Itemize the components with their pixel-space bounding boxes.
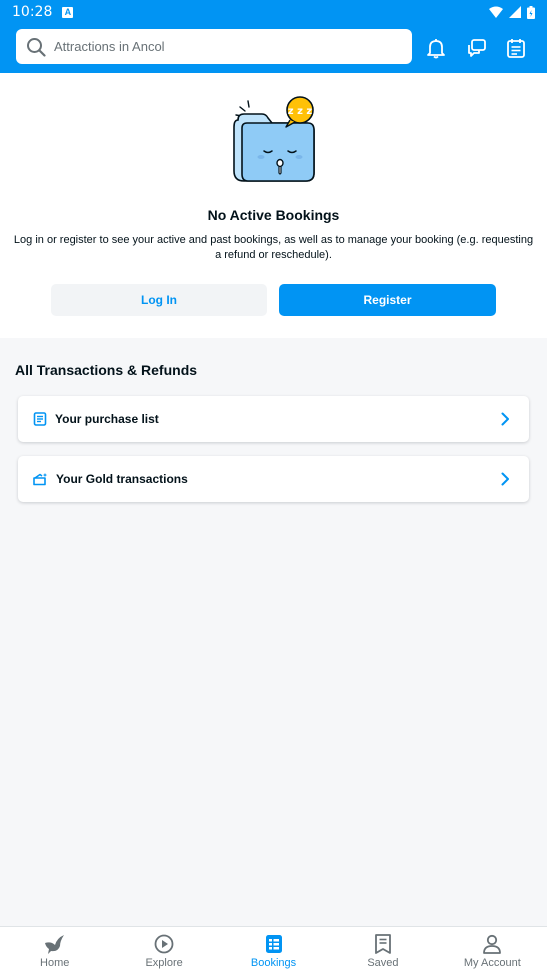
gold-wallet-icon <box>33 473 48 486</box>
app-bar: Attractions in Ancol <box>0 24 547 73</box>
empty-state-title: No Active Bookings <box>207 207 340 223</box>
empty-state-description: Log in or register to see your active an… <box>13 234 534 261</box>
register-button[interactable]: Register <box>279 284 496 316</box>
battery-icon <box>527 5 535 19</box>
search-icon <box>27 37 46 57</box>
bookings-icon <box>265 935 282 953</box>
search-placeholder: Attractions in Ancol <box>54 39 165 54</box>
gold-transactions-item[interactable]: Your Gold transactions <box>18 456 529 502</box>
nav-item-explore[interactable]: Explore <box>109 927 218 974</box>
purchase-list-item[interactable]: Your purchase list <box>18 396 529 442</box>
nav-label-bookings: Bookings <box>250 957 297 969</box>
chat-icon[interactable] <box>464 36 488 60</box>
login-button[interactable]: Log In <box>51 284 267 316</box>
zzz-text: z z z <box>288 106 313 117</box>
purchase-list-label: Your purchase list <box>55 412 159 426</box>
sleeping-folder-illustration: z z z <box>233 96 315 182</box>
person-icon <box>483 934 502 954</box>
transactions-section-title: All Transactions & Refunds <box>15 362 198 378</box>
nav-item-home[interactable]: Home <box>0 927 109 974</box>
signal-icon <box>509 6 521 18</box>
empty-bookings-card: z z z No Active Bookings Log in or regis… <box>0 73 547 338</box>
bird-icon <box>44 935 64 954</box>
notification-bell-icon[interactable] <box>424 36 448 60</box>
nav-label-explore: Explore <box>145 957 183 969</box>
search-bar[interactable]: Attractions in Ancol <box>16 29 412 64</box>
nav-item-my-account[interactable]: My Account <box>438 927 547 974</box>
status-icons <box>489 5 535 19</box>
receipt-icon <box>33 412 47 426</box>
chevron-right-icon <box>501 412 509 426</box>
bookmark-list-icon <box>375 934 391 954</box>
status-time: 10:28 <box>12 4 53 20</box>
calendar-list-icon[interactable] <box>504 36 528 60</box>
nav-label-saved: Saved <box>367 957 399 969</box>
bottom-navigation: Home Explore Bookings Saved My Account <box>0 926 547 974</box>
status-bar: 10:28 A <box>0 0 547 24</box>
nav-item-bookings[interactable]: Bookings <box>219 927 328 974</box>
nav-item-saved[interactable]: Saved <box>328 927 437 974</box>
nav-label-home: Home <box>40 957 70 969</box>
play-circle-icon <box>154 934 174 954</box>
nav-label-my-account: My Account <box>463 957 521 969</box>
gold-transactions-label: Your Gold transactions <box>56 472 188 486</box>
chevron-right-icon <box>501 472 509 486</box>
notification-badge: A <box>62 6 74 18</box>
wifi-icon <box>489 6 503 18</box>
